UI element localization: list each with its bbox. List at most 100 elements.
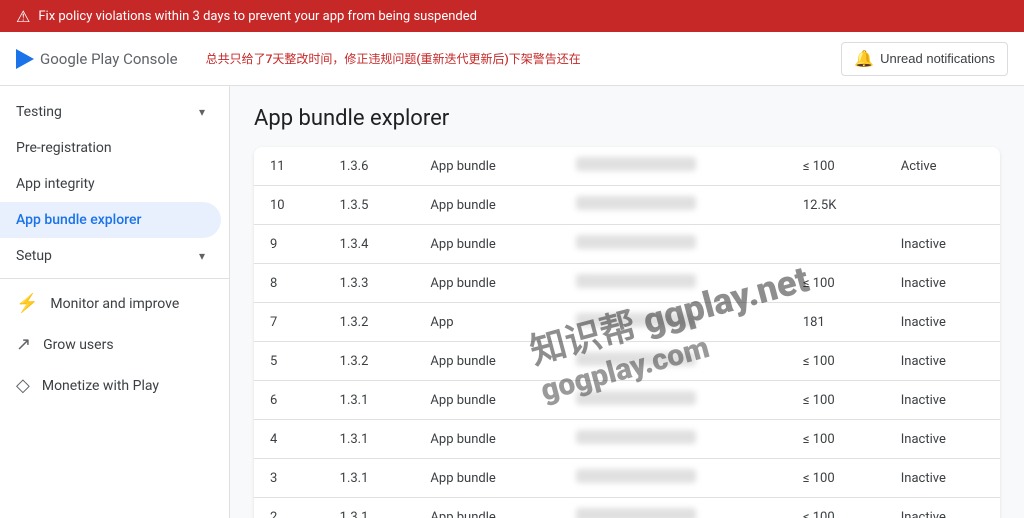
type-cell: App bundle — [414, 420, 559, 459]
table-row[interactable]: 3 1.3.1 App bundle ≤ 100 Inactive — [254, 459, 1000, 498]
size-cell: ≤ 100 — [787, 147, 885, 186]
sidebar-item-grow-label: Grow users — [43, 337, 113, 353]
blurred-cell-1 — [560, 381, 787, 420]
chevron-down-icon-setup: ▾ — [199, 249, 205, 263]
sidebar-item-appbundleexplorer[interactable]: App bundle explorer — [0, 202, 221, 238]
version-code-cell: 9 — [254, 225, 324, 264]
size-cell: 12.5K — [787, 186, 885, 225]
table-row[interactable]: 10 1.3.5 App bundle 12.5K — [254, 186, 1000, 225]
version-name-cell: 1.3.2 — [324, 303, 415, 342]
size-cell: ≤ 100 — [787, 381, 885, 420]
sidebar-item-appbundleexplorer-label: App bundle explorer — [16, 212, 141, 228]
sidebar-item-monitor-label: Monitor and improve — [50, 296, 179, 312]
table-row[interactable]: 4 1.3.1 App bundle ≤ 100 Inactive — [254, 420, 1000, 459]
version-code-cell: 11 — [254, 147, 324, 186]
type-cell: App bundle — [414, 459, 559, 498]
blurred-cell-1 — [560, 498, 787, 518]
version-name-cell: 1.3.1 — [324, 420, 415, 459]
type-cell: App bundle — [414, 342, 559, 381]
version-name-cell: 1.3.5 — [324, 186, 415, 225]
notifications-button[interactable]: 🔔 Unread notifications — [841, 42, 1008, 76]
header-left: Google Play Console 总共只给了7天整改时间，修正违规问题(重… — [16, 49, 581, 69]
warning-icon: ⚠ — [16, 7, 30, 26]
blurred-cell-1 — [560, 264, 787, 303]
type-cell: App bundle — [414, 381, 559, 420]
blurred-cell-1 — [560, 342, 787, 381]
version-code-cell: 8 — [254, 264, 324, 303]
play-logo: Google Play Console — [16, 49, 178, 69]
sidebar-item-preregistration[interactable]: Pre-registration — [0, 130, 221, 166]
layout: Testing ▾ Pre-registration App integrity… — [0, 86, 1024, 518]
sidebar-item-testing[interactable]: Testing ▾ — [0, 94, 221, 130]
size-cell: ≤ 100 — [787, 342, 885, 381]
table-row[interactable]: 7 1.3.2 App 181 Inactive — [254, 303, 1000, 342]
main-content: App bundle explorer 11 1.3.6 App bundle … — [230, 86, 1024, 518]
blurred-cell-1 — [560, 303, 787, 342]
version-name-cell: 1.3.4 — [324, 225, 415, 264]
size-cell — [787, 225, 885, 264]
status-cell: Inactive — [885, 342, 1000, 381]
version-name-cell: 1.3.3 — [324, 264, 415, 303]
type-cell: App bundle — [414, 264, 559, 303]
warning-text: Fix policy violations within 3 days to p… — [38, 9, 477, 24]
chevron-down-icon: ▾ — [199, 105, 205, 119]
grow-icon: ↗ — [16, 334, 31, 355]
size-cell: ≤ 100 — [787, 498, 885, 518]
table-row[interactable]: 8 1.3.3 App bundle ≤ 100 Inactive — [254, 264, 1000, 303]
type-cell: App — [414, 303, 559, 342]
header-annotation: 总共只给了7天整改时间，修正违规问题(重新迭代更新后)下架警告还在 — [206, 50, 581, 67]
version-name-cell: 1.3.2 — [324, 342, 415, 381]
sidebar-item-setup[interactable]: Setup ▾ — [0, 238, 221, 274]
size-cell: ≤ 100 — [787, 264, 885, 303]
version-code-cell: 6 — [254, 381, 324, 420]
size-cell: 181 — [787, 303, 885, 342]
version-name-cell: 1.3.1 — [324, 498, 415, 518]
monetize-icon: ◇ — [16, 375, 30, 396]
table-row[interactable]: 6 1.3.1 App bundle ≤ 100 Inactive — [254, 381, 1000, 420]
notif-label: Unread notifications — [880, 51, 995, 66]
sidebar-divider — [0, 278, 229, 279]
status-cell: Inactive — [885, 303, 1000, 342]
sidebar-item-monetize[interactable]: ◇ Monetize with Play — [0, 365, 221, 406]
version-code-cell: 4 — [254, 420, 324, 459]
sidebar-item-appintegrity[interactable]: App integrity — [0, 166, 221, 202]
status-cell: Active — [885, 147, 1000, 186]
sidebar-item-monetize-label: Monetize with Play — [42, 378, 159, 394]
status-cell: Inactive — [885, 420, 1000, 459]
version-name-cell: 1.3.1 — [324, 459, 415, 498]
blurred-cell-1 — [560, 147, 787, 186]
status-cell: Inactive — [885, 225, 1000, 264]
version-code-cell: 10 — [254, 186, 324, 225]
sidebar-item-preregistration-label: Pre-registration — [16, 140, 112, 156]
sidebar-item-testing-label: Testing — [16, 104, 62, 120]
status-cell: Inactive — [885, 264, 1000, 303]
main-wrapper: App bundle explorer 11 1.3.6 App bundle … — [230, 86, 1024, 518]
table-row[interactable]: 5 1.3.2 App bundle ≤ 100 Inactive — [254, 342, 1000, 381]
sidebar-item-appintegrity-label: App integrity — [16, 176, 95, 192]
status-cell: Inactive — [885, 498, 1000, 518]
status-cell: Inactive — [885, 381, 1000, 420]
page-title: App bundle explorer — [254, 106, 1000, 131]
bundle-table: 11 1.3.6 App bundle ≤ 100 Active 10 1.3.… — [254, 147, 1000, 518]
blurred-cell-1 — [560, 420, 787, 459]
bell-icon: 🔔 — [854, 49, 874, 69]
sidebar: Testing ▾ Pre-registration App integrity… — [0, 86, 230, 518]
table-row[interactable]: 9 1.3.4 App bundle Inactive — [254, 225, 1000, 264]
table-row[interactable]: 2 1.3.1 App bundle ≤ 100 Inactive — [254, 498, 1000, 518]
type-cell: App bundle — [414, 498, 559, 518]
header: Google Play Console 总共只给了7天整改时间，修正违规问题(重… — [0, 32, 1024, 86]
version-name-cell: 1.3.1 — [324, 381, 415, 420]
sidebar-item-monitor[interactable]: ⚡ Monitor and improve — [0, 283, 221, 324]
brand-label: Google Play Console — [40, 50, 178, 68]
type-cell: App bundle — [414, 186, 559, 225]
version-code-cell: 2 — [254, 498, 324, 518]
warning-bar: ⚠ Fix policy violations within 3 days to… — [0, 0, 1024, 32]
sidebar-item-grow[interactable]: ↗ Grow users — [0, 324, 221, 365]
table-row[interactable]: 11 1.3.6 App bundle ≤ 100 Active — [254, 147, 1000, 186]
sidebar-item-setup-label: Setup — [16, 248, 52, 264]
play-triangle-icon — [16, 49, 34, 69]
version-code-cell: 3 — [254, 459, 324, 498]
type-cell: App bundle — [414, 147, 559, 186]
type-cell: App bundle — [414, 225, 559, 264]
version-code-cell: 7 — [254, 303, 324, 342]
